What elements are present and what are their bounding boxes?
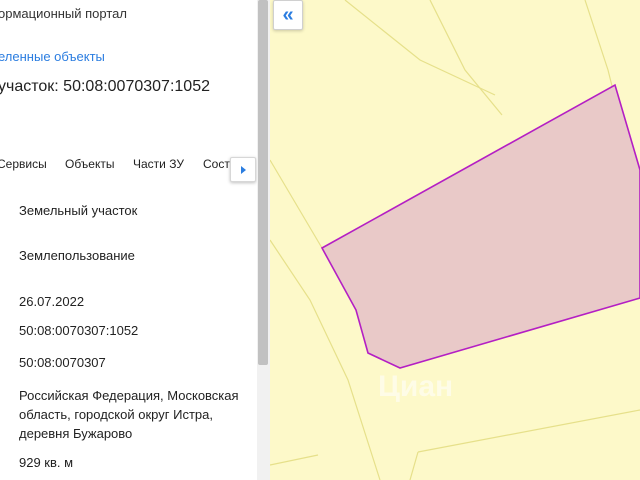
selected-objects-link[interactable]: еленные объекты (0, 49, 105, 64)
tab-parts[interactable]: Части ЗУ (133, 157, 184, 171)
scrollbar-thumb[interactable] (258, 0, 268, 365)
date-value: 26.07.2022 (19, 294, 85, 309)
double-chevron-left-icon: « (282, 4, 294, 26)
boundary-line (429, 0, 503, 116)
boundary-line (270, 159, 323, 249)
tab-objects[interactable]: Объекты (65, 157, 115, 171)
object-type-value: Земельный участок (19, 203, 138, 218)
parcel-heading: участок: 50:08:0070307:1052 (0, 78, 210, 95)
quarter-number-value: 50:08:0070307 (19, 355, 106, 370)
boundary-line (270, 454, 319, 466)
address-value: Российская Федерация, Московская область… (19, 388, 239, 441)
map-view[interactable] (270, 0, 640, 480)
area-value: 929 кв. м (19, 455, 74, 470)
info-panel: ормационный портал еленные объекты участ… (0, 0, 270, 480)
portal-title: ормационный портал (0, 6, 127, 21)
collapse-panel-button[interactable]: « (273, 0, 303, 30)
boundary-line (409, 451, 419, 480)
tab-bar: Сервисы Объекты Части ЗУ Соста (0, 157, 258, 177)
watermark-logo: Циан (378, 370, 454, 403)
boundary-line (344, 0, 496, 96)
boundary-line (417, 409, 640, 453)
cadastral-number-value: 50:08:0070307:1052 (19, 323, 139, 338)
tabs-scroll-right-button[interactable] (230, 157, 256, 182)
land-use-value: Землепользование (19, 248, 135, 263)
chevron-right-icon (240, 165, 246, 174)
map-canvas (270, 0, 640, 480)
land-parcel-polygon[interactable] (320, 83, 640, 369)
tab-services[interactable]: Сервисы (0, 157, 47, 171)
